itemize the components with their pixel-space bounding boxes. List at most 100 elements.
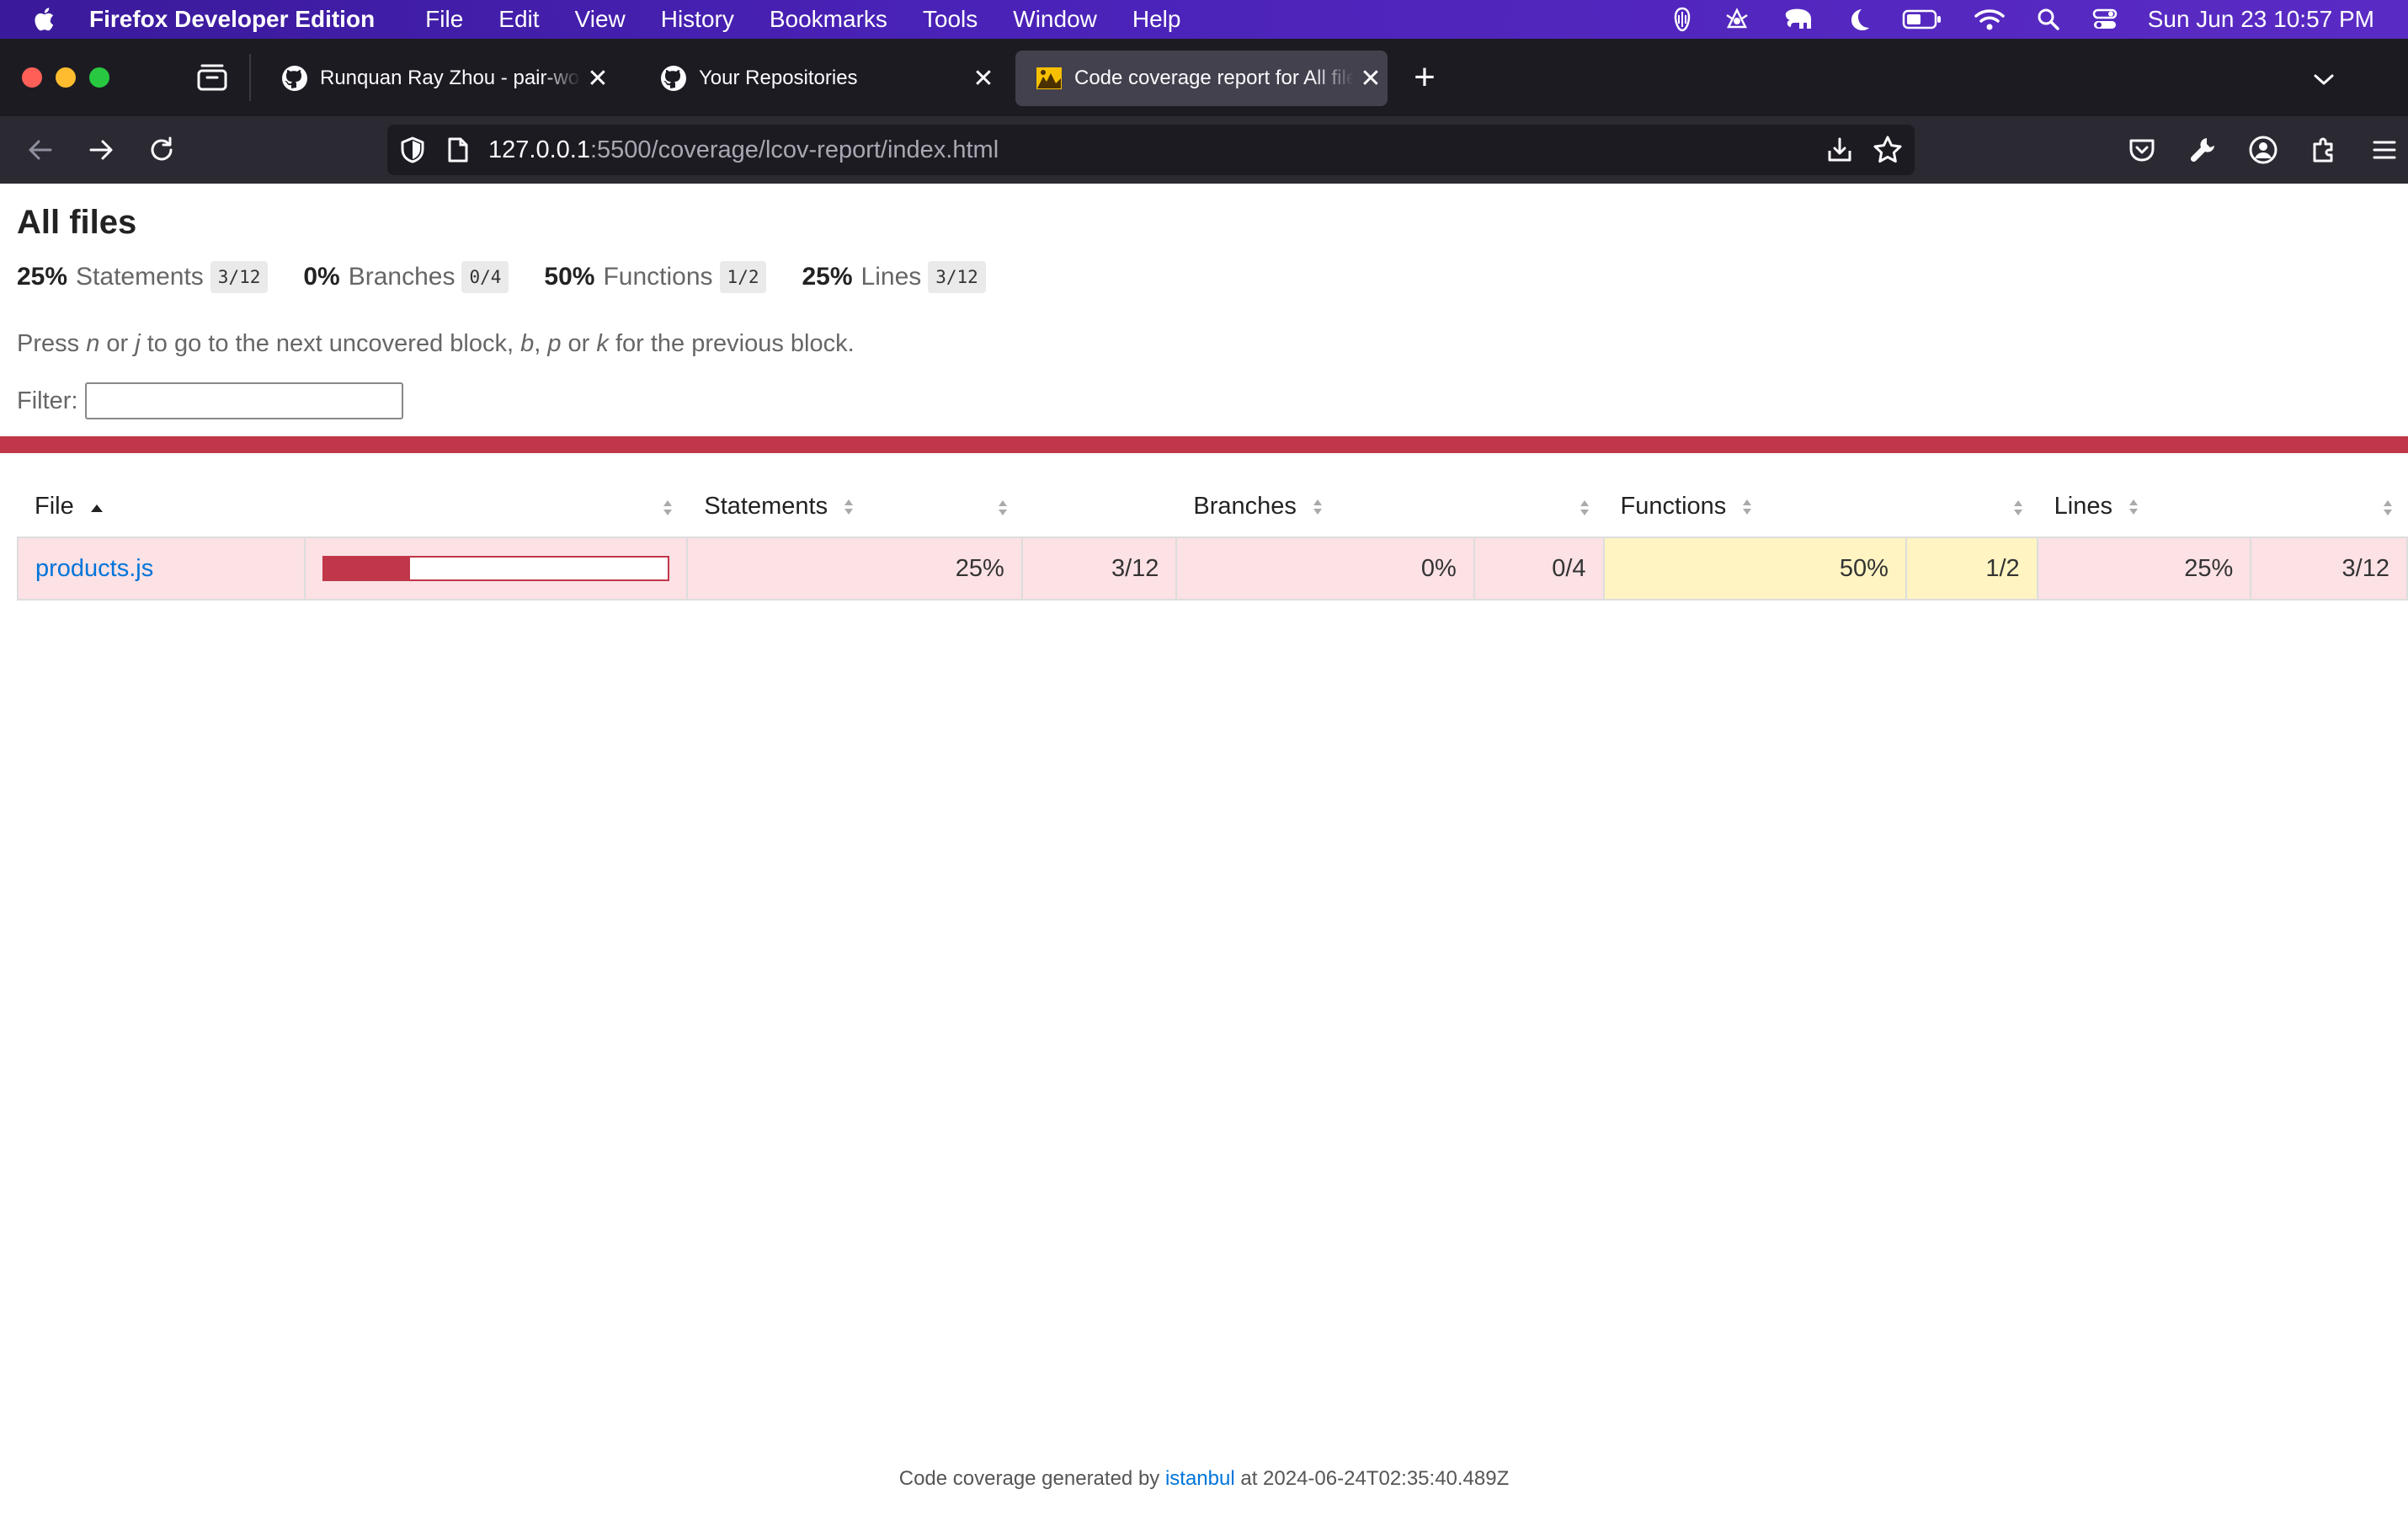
app-menu-button[interactable] <box>2366 131 2403 168</box>
summary-functions: 50% Functions 1/2 <box>544 261 767 293</box>
spotlight-search-icon[interactable] <box>2037 8 2060 31</box>
menu-help[interactable]: Help <box>1132 6 1181 33</box>
statements-fraction-cell: 3/12 <box>1020 536 1178 601</box>
lines-pct-cell: 25% <box>2036 536 2252 601</box>
developer-tools-button[interactable] <box>2184 131 2221 168</box>
wifi-icon[interactable] <box>1974 8 2005 31</box>
tab-title: Your Repositories <box>699 67 858 89</box>
filter-row: Filter: <box>17 382 403 419</box>
script-status-icon[interactable] <box>1673 7 1691 32</box>
apple-icon[interactable] <box>32 7 56 32</box>
header-lines-fraction[interactable] <box>2251 477 2407 537</box>
bookmark-star-icon[interactable] <box>1873 135 1903 165</box>
tab-coverage-report[interactable]: Code coverage report for All files ✕ <box>1015 51 1388 106</box>
minimize-window-button[interactable] <box>56 67 76 88</box>
menu-bookmarks[interactable]: Bookmarks <box>770 6 887 33</box>
menu-window[interactable]: Window <box>1013 6 1097 33</box>
chevron-down-icon[interactable] <box>2307 64 2341 94</box>
sort-icon <box>1580 500 1589 515</box>
report-footer: Code coverage generated by istanbul at 2… <box>0 1467 2408 1491</box>
save-to-downloads-icon[interactable] <box>1825 136 1854 164</box>
close-window-button[interactable] <box>22 67 42 88</box>
header-label: Lines <box>2054 493 2112 520</box>
window-controls <box>22 67 123 88</box>
table-header-row: File Statements Branches Functions Lines <box>18 477 2407 537</box>
summary-lines: 25% Lines 3/12 <box>802 261 986 293</box>
sort-icon <box>663 500 673 515</box>
arrow-right-icon <box>89 140 113 160</box>
summary-pct: 25% <box>17 263 68 291</box>
reload-button[interactable] <box>143 131 180 168</box>
header-functions[interactable]: Functions <box>1604 477 1906 537</box>
new-tab-button[interactable]: + <box>1408 59 1441 96</box>
menu-edit[interactable]: Edit <box>498 6 539 33</box>
menu-bar-clock[interactable]: Sun Jun 23 10:57 PM <box>2148 6 2374 33</box>
header-file[interactable]: File <box>18 477 305 537</box>
hint-key: b <box>520 330 535 357</box>
filter-label: Filter: <box>17 387 78 414</box>
tool-status-icon[interactable] <box>1723 7 1750 32</box>
file-link[interactable]: products.js <box>35 555 153 582</box>
hint-text: Press <box>17 330 87 357</box>
close-tab-icon[interactable]: ✕ <box>967 64 1000 93</box>
forward-button[interactable] <box>83 131 120 168</box>
summary-label: Lines <box>860 263 922 291</box>
zoom-window-button[interactable] <box>89 67 109 88</box>
menu-view[interactable]: View <box>575 6 626 33</box>
summary-pct: 25% <box>802 263 853 291</box>
statements-pct-cell: 25% <box>686 536 1023 601</box>
extensions-button[interactable] <box>2305 131 2342 168</box>
header-statements[interactable]: Statements <box>687 477 1021 537</box>
tab-github-pair-work[interactable]: Runquan Ray Zhou - pair-work- ✕ <box>261 51 615 106</box>
filter-input[interactable] <box>84 382 403 419</box>
menu-history[interactable]: History <box>661 6 734 33</box>
close-tab-icon[interactable]: ✕ <box>581 64 615 93</box>
coverage-bar-cell <box>304 536 689 601</box>
header-functions-fraction[interactable] <box>1906 477 2038 537</box>
address-bar[interactable]: 127.0.0.1:5500/coverage/lcov-report/inde… <box>387 125 1915 175</box>
summary-statements: 25% Statements 3/12 <box>17 261 269 293</box>
page-icon[interactable] <box>446 136 470 163</box>
pocket-icon <box>2129 139 2155 162</box>
header-branches[interactable]: Branches <box>1176 477 1473 537</box>
pocket-button[interactable] <box>2123 131 2160 168</box>
header-branches-fraction[interactable] <box>1474 477 1604 537</box>
back-button[interactable] <box>22 131 59 168</box>
menu-tools[interactable]: Tools <box>923 6 978 33</box>
summary-branches: 0% Branches 0/4 <box>303 261 509 293</box>
url-text[interactable]: 127.0.0.1:5500/coverage/lcov-report/inde… <box>488 136 999 164</box>
coverage-bar <box>322 556 670 581</box>
firefox-view-icon[interactable] <box>195 62 229 93</box>
account-button[interactable] <box>2245 131 2282 168</box>
moon-icon[interactable] <box>1846 7 1870 32</box>
control-center-icon[interactable] <box>2092 8 2118 31</box>
keyboard-hint: Press n or j to go to the next uncovered… <box>17 330 855 358</box>
header-coverage-bar[interactable] <box>305 477 687 537</box>
sort-icon <box>2013 500 2022 515</box>
header-label: Functions <box>1620 493 1727 520</box>
tab-your-repositories[interactable]: Your Repositories ✕ <box>640 51 1000 106</box>
branches-pct-cell: 0% <box>1175 536 1475 601</box>
menu-file[interactable]: File <box>425 6 463 33</box>
battery-icon[interactable] <box>1902 8 1942 30</box>
app-name-menu[interactable]: Firefox Developer Edition <box>89 6 375 33</box>
tab-title: Runquan Ray Zhou - pair-work- <box>320 67 581 89</box>
sort-ascending-icon <box>90 504 103 512</box>
close-tab-icon[interactable]: ✕ <box>1354 64 1388 93</box>
header-lines[interactable]: Lines <box>2038 477 2251 537</box>
hint-text: , <box>534 330 548 357</box>
arrow-left-icon <box>29 140 52 160</box>
branches-fraction-cell: 0/4 <box>1473 536 1605 601</box>
istanbul-link[interactable]: istanbul <box>1165 1467 1235 1490</box>
elephant-icon[interactable] <box>1782 7 1814 32</box>
tab-separator <box>249 54 251 101</box>
sort-icon <box>2384 500 2392 515</box>
functions-pct-cell: 50% <box>1602 536 1907 601</box>
shield-icon[interactable] <box>399 136 426 164</box>
header-label: File <box>35 493 74 520</box>
summary-label: Statements <box>76 263 204 291</box>
hint-text: or <box>561 330 597 357</box>
github-icon <box>282 66 307 91</box>
footer-prefix: Code coverage generated by <box>898 1467 1165 1490</box>
puzzle-icon <box>2313 137 2333 163</box>
